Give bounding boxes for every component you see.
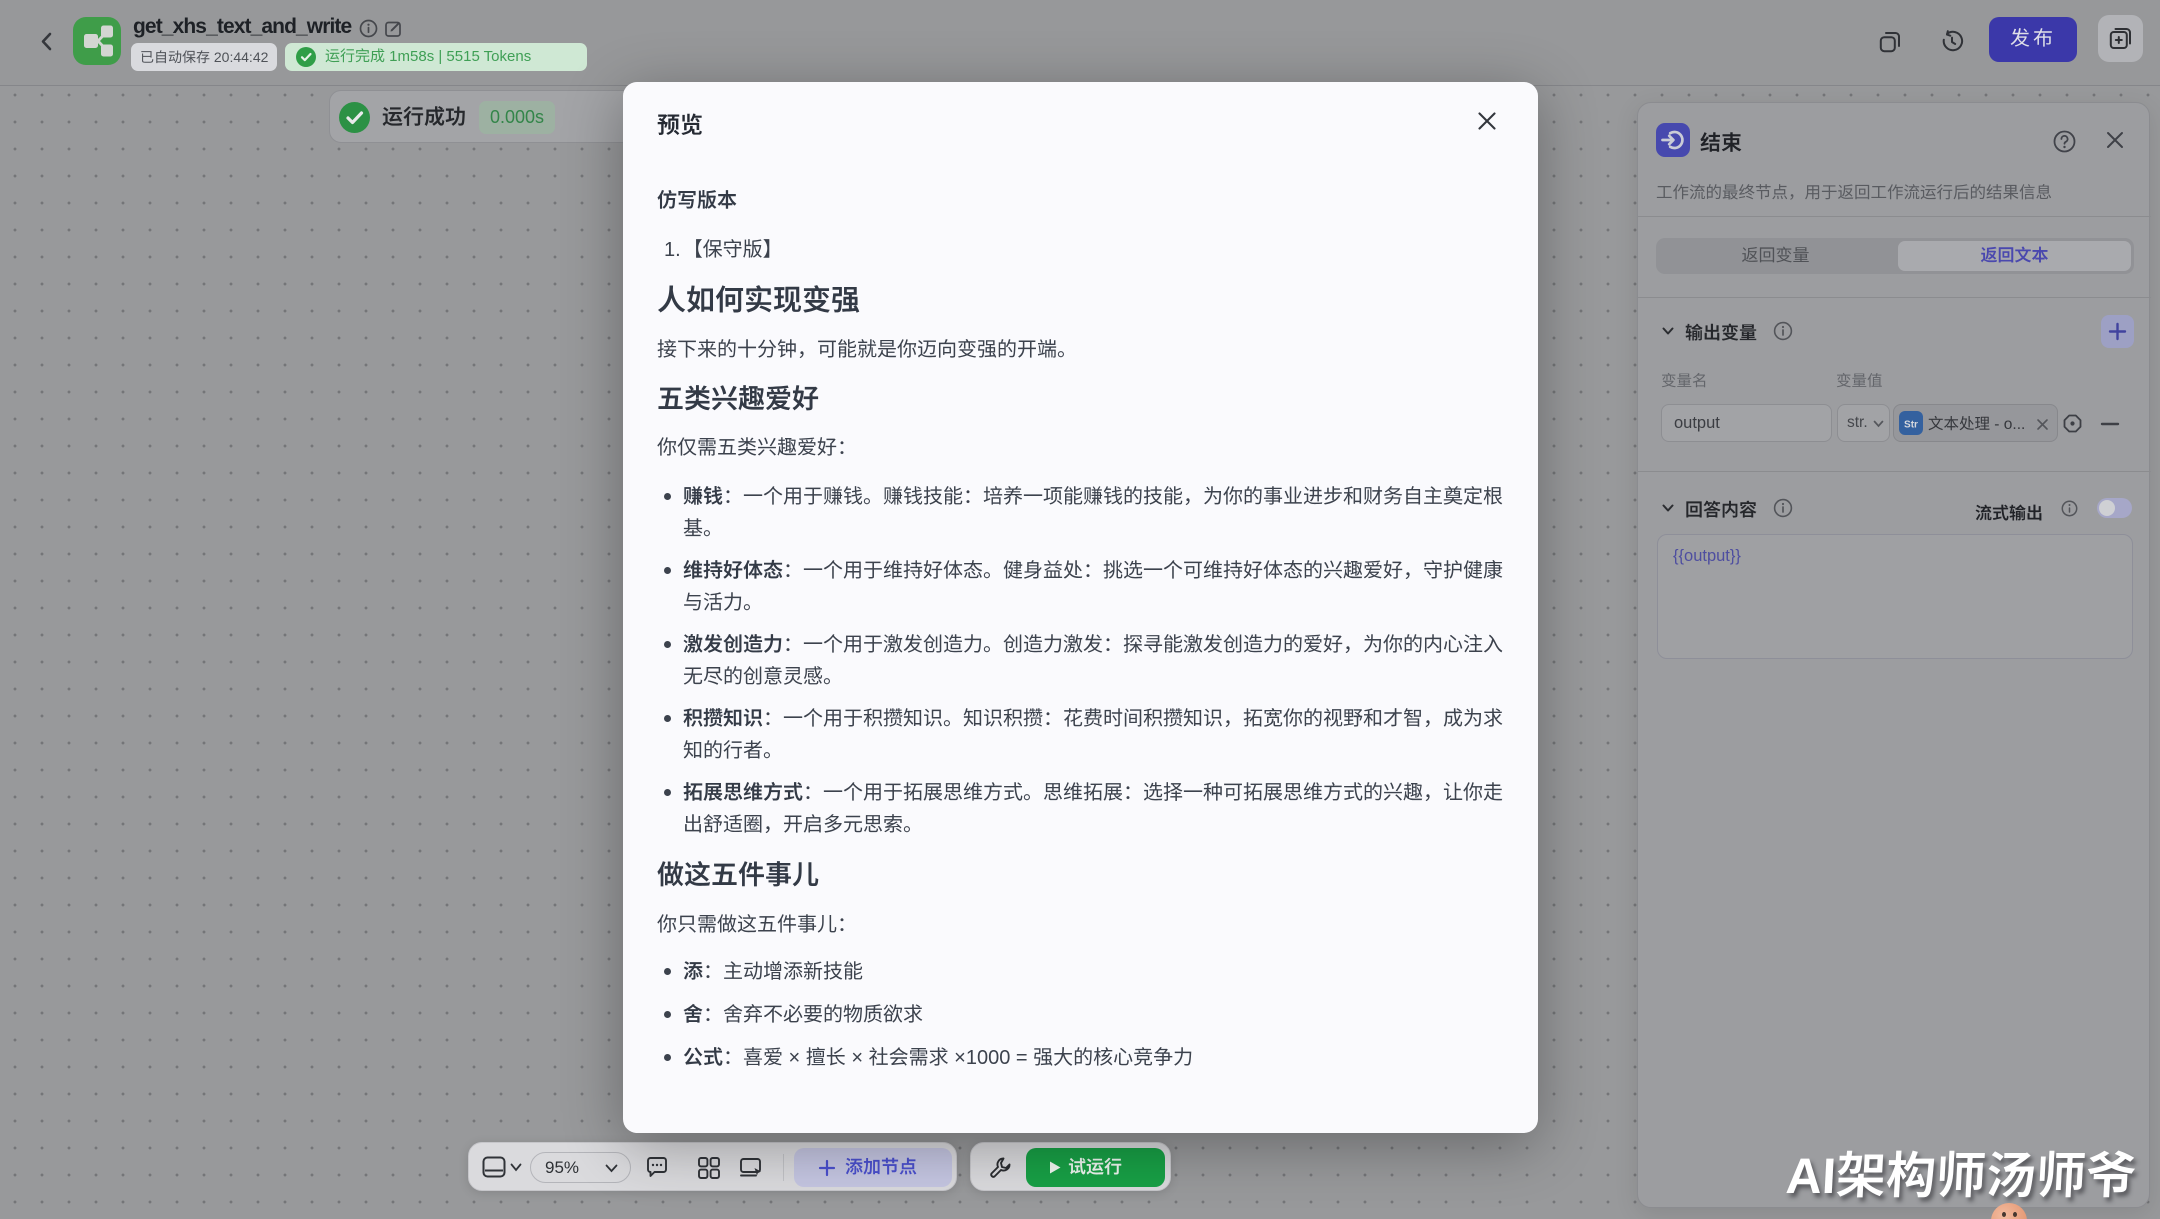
svg-text:Str: Str — [1904, 420, 1918, 431]
